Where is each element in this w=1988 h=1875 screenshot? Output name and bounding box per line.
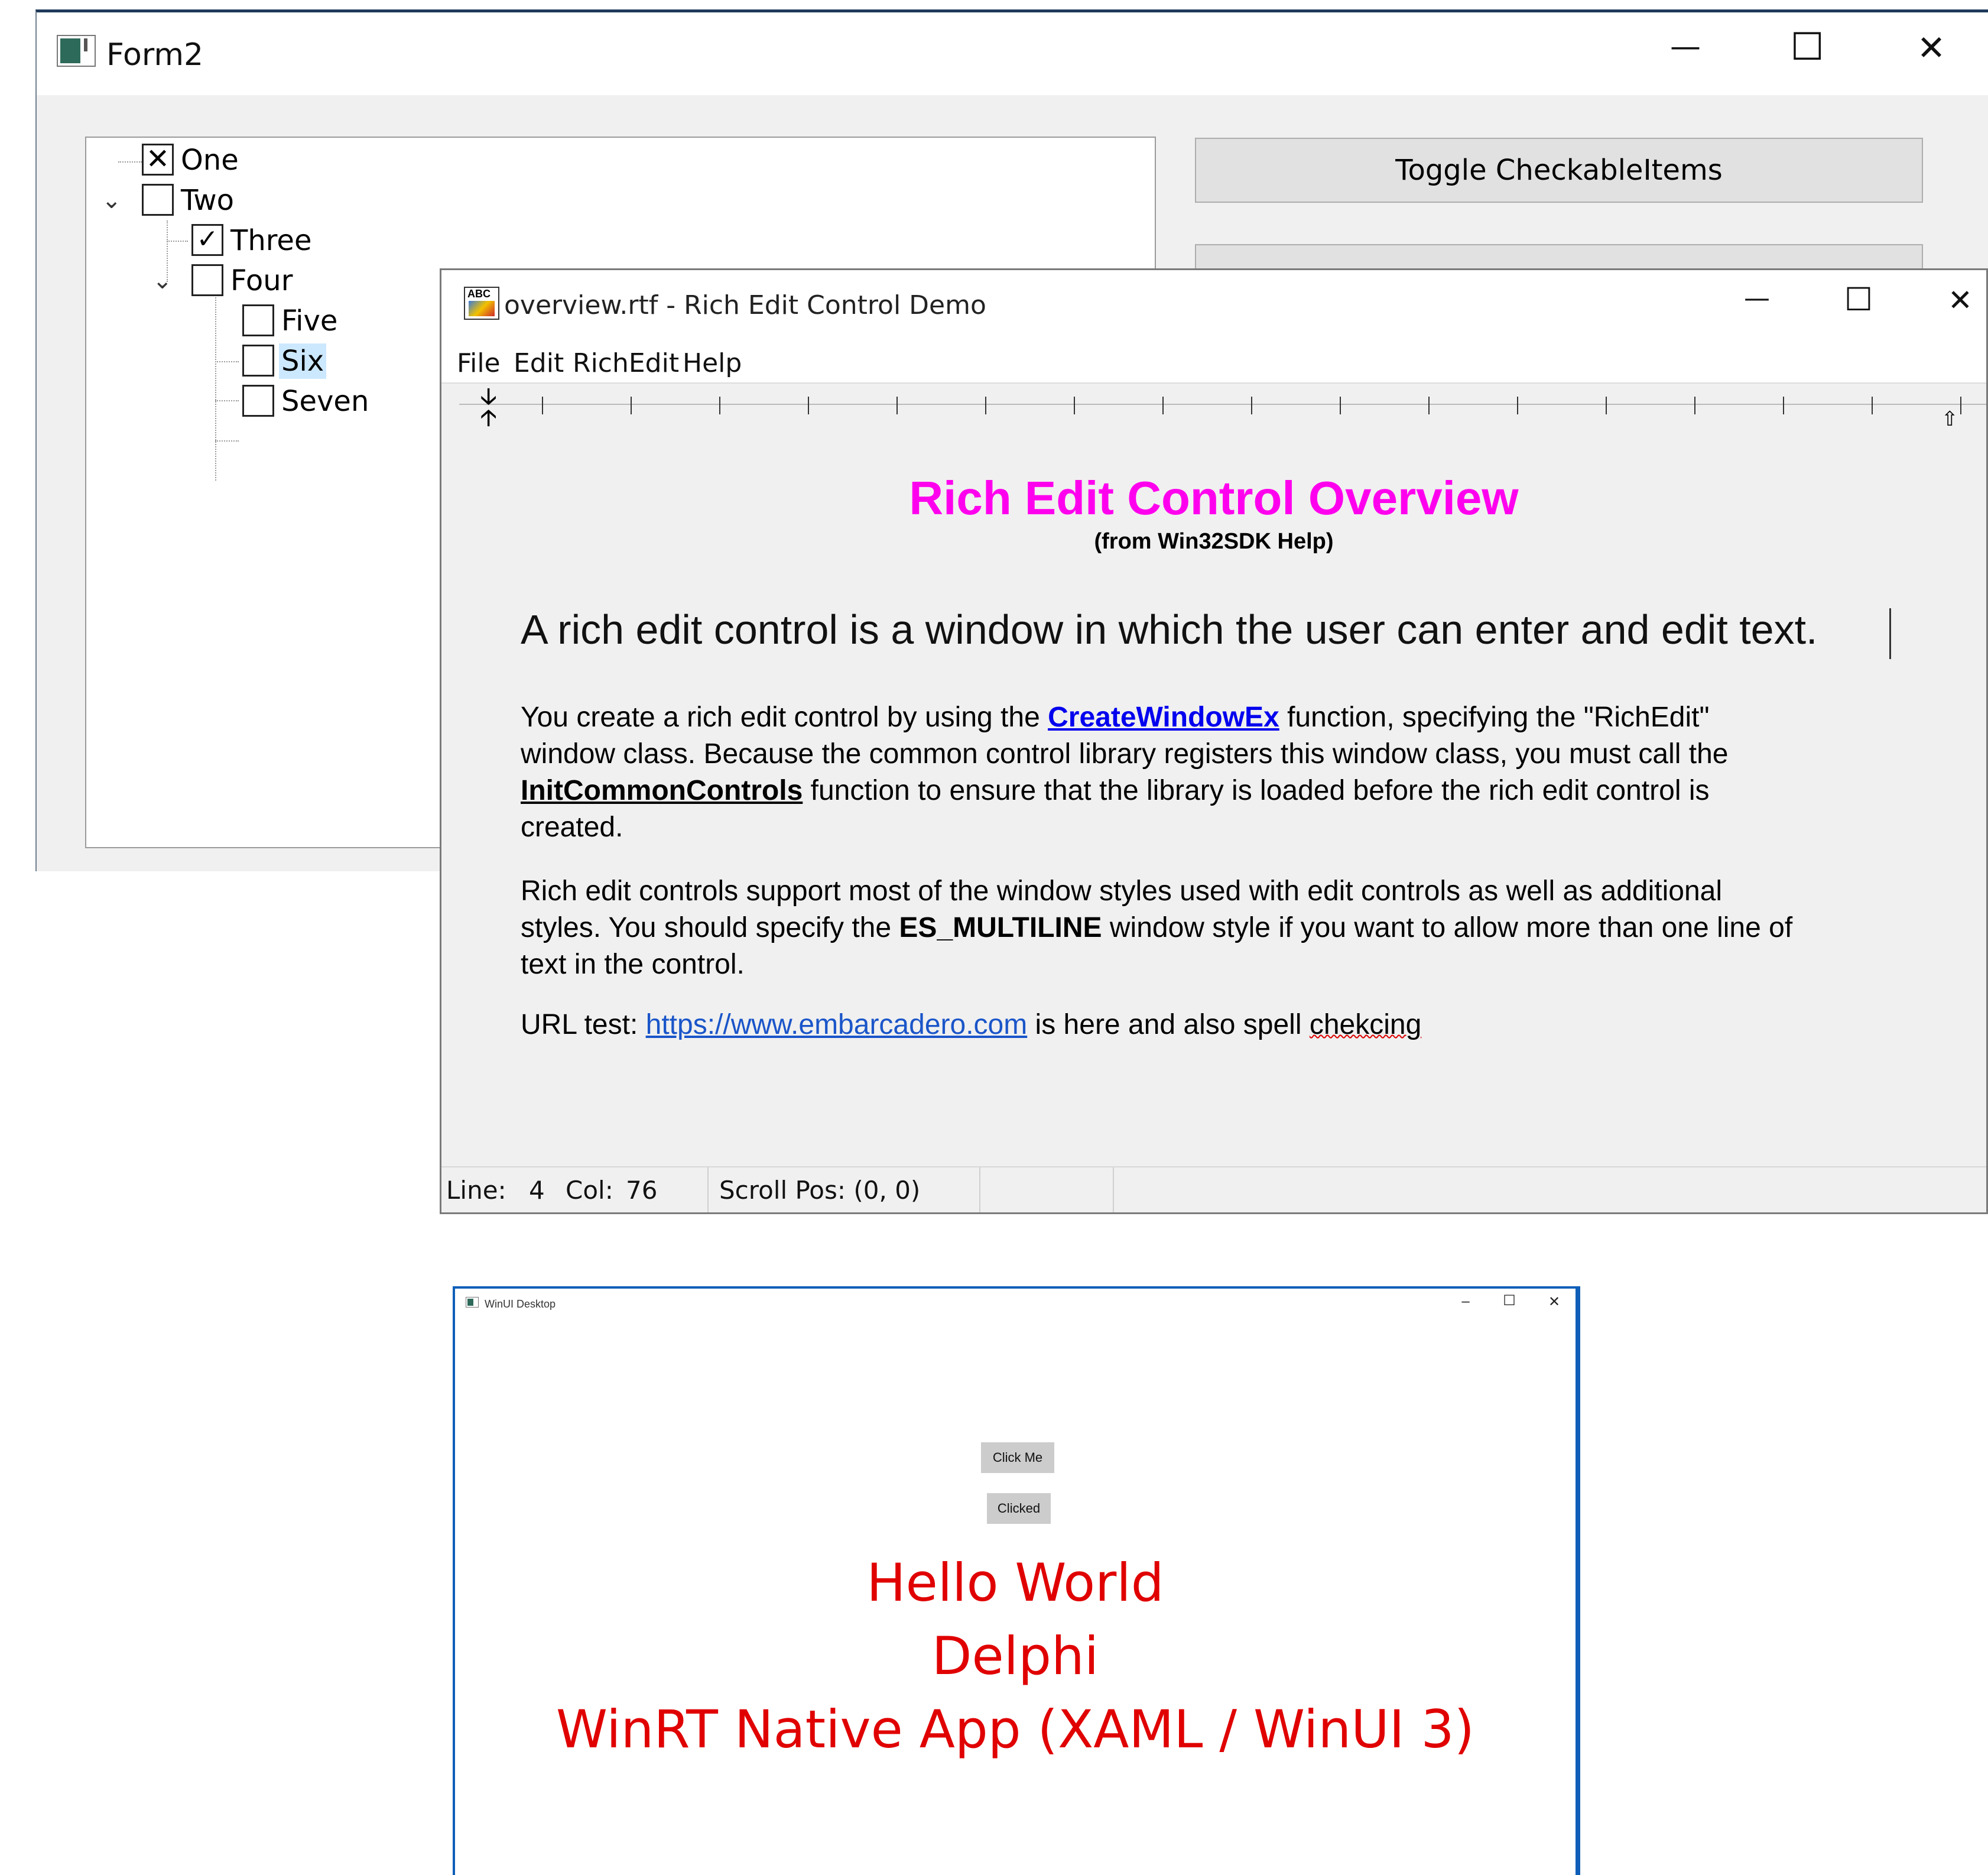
first-indent-marker-icon[interactable]: 🡣 xyxy=(480,385,496,408)
rich-edit-window: ABC overview.rtf - Rich Edit Control Dem… xyxy=(440,268,1988,1214)
tree-node-label: Four xyxy=(230,264,293,297)
ruler-tick xyxy=(985,397,986,414)
doc-subheading: (from Win32SDK Help) xyxy=(1094,529,1334,554)
checkbox-five[interactable] xyxy=(242,304,274,336)
status-line-label: Line: xyxy=(446,1176,506,1205)
doc-paragraph-3: URL test: https://www.embarcadero.com is… xyxy=(521,1009,1422,1040)
ruler-tick xyxy=(1783,397,1784,414)
doc-paragraph-1: You create a rich edit control by using … xyxy=(521,702,1729,843)
chevron-down-icon[interactable]: ⌄ xyxy=(152,263,173,299)
menu-edit[interactable]: Edit xyxy=(514,348,564,378)
tree-node-label: Three xyxy=(230,224,312,257)
menu-richedit[interactable]: RichEdit xyxy=(573,348,679,378)
chevron-down-icon[interactable]: ⌄ xyxy=(102,183,122,218)
ruler-tick xyxy=(1872,397,1873,414)
right-indent-marker-icon[interactable]: ⇧ xyxy=(1941,407,1958,431)
minimize-icon[interactable]: — xyxy=(1733,283,1781,313)
form2-title-bar[interactable]: Form2 — ☐ ✕ xyxy=(37,12,1988,95)
misspelled-word[interactable]: chekcing xyxy=(1310,1009,1421,1040)
tree-node-label: Two xyxy=(181,184,234,217)
tree-node-label: Five xyxy=(281,304,338,338)
ruler-tick xyxy=(1517,397,1518,414)
winrt-native-app-text: WinRT Native App (XAML / WinUI 3) xyxy=(556,1699,1474,1760)
maximize-icon[interactable]: ☐ xyxy=(1778,25,1837,69)
left-indent-marker-icon[interactable]: 🡡 xyxy=(480,407,496,429)
ruler-tick xyxy=(1960,397,1961,414)
doc-paragraph-2: Rich edit controls support most of the w… xyxy=(521,875,1793,980)
ruler-tick xyxy=(896,397,898,414)
status-col-value: 76 xyxy=(626,1176,658,1205)
rich-app-icon: ABC xyxy=(464,287,499,320)
maximize-icon[interactable]: ☐ xyxy=(1835,281,1882,318)
ruler-tick xyxy=(1251,397,1252,414)
ruler[interactable]: 🡣 🡡 ⇧ xyxy=(441,384,1986,455)
status-scroll-pos: Scroll Pos: (0, 0) xyxy=(719,1176,921,1205)
link-createwindowex[interactable]: CreateWindowEx xyxy=(1048,702,1279,733)
ruler-tick xyxy=(542,397,543,414)
tree-node-label: One xyxy=(181,144,239,177)
tree-node-label-selected: Six xyxy=(279,343,327,379)
link-initcommoncontrols[interactable]: InitCommonControls xyxy=(521,775,803,806)
doc-heading: Rich Edit Control Overview xyxy=(909,472,1519,524)
ruler-tick xyxy=(1162,397,1164,414)
clicked-button[interactable]: Clicked xyxy=(987,1493,1051,1524)
menu-help[interactable]: Help xyxy=(683,348,742,378)
toggle-checkable-items-button[interactable]: Toggle CheckableItems xyxy=(1195,138,1923,203)
minimize-icon[interactable]: – xyxy=(1454,1293,1477,1310)
menu-bar: File Edit RichEdit Help xyxy=(441,340,1986,384)
ruler-tick xyxy=(1428,397,1430,414)
ruler-tick xyxy=(719,397,720,414)
text-caret xyxy=(1889,608,1891,659)
ruler-tick xyxy=(1340,397,1341,414)
ruler-tick xyxy=(1606,397,1607,414)
form2-title: Form2 xyxy=(106,37,204,73)
close-icon[interactable]: ✕ xyxy=(1902,28,1961,68)
close-icon[interactable]: ✕ xyxy=(1542,1293,1566,1310)
minimize-icon[interactable]: — xyxy=(1656,29,1715,64)
checkbox-two[interactable] xyxy=(142,184,174,216)
status-line-value: 4 xyxy=(529,1176,545,1205)
delphi-text: Delphi xyxy=(931,1626,1099,1686)
close-icon[interactable]: ✕ xyxy=(1937,283,1984,317)
doc-intro: A rich edit control is a window in which… xyxy=(521,606,1818,653)
url-link[interactable]: https://www.embarcadero.com xyxy=(646,1009,1028,1040)
status-bar: Line: 4 Col: 76 Scroll Pos: (0, 0) xyxy=(441,1166,1986,1212)
rich-edit-document[interactable]: Rich Edit Control Overview (from Win32SD… xyxy=(441,455,1986,1170)
status-col-label: Col: xyxy=(566,1176,613,1205)
tree-node-label: Seven xyxy=(281,385,369,418)
ruler-tick xyxy=(631,397,632,414)
click-me-button[interactable]: Click Me xyxy=(981,1442,1054,1473)
ruler-tick xyxy=(1074,397,1075,414)
checkbox-seven[interactable] xyxy=(242,385,274,417)
form-app-icon xyxy=(57,35,96,67)
winui-app-icon xyxy=(466,1297,479,1308)
checkbox-four[interactable] xyxy=(191,264,223,296)
checkbox-three[interactable]: ✓ xyxy=(191,224,223,256)
checkbox-one[interactable]: ✕ xyxy=(142,144,174,176)
hello-world-text: Hello World xyxy=(866,1552,1164,1613)
checkbox-six[interactable] xyxy=(242,345,274,377)
menu-file[interactable]: File xyxy=(457,348,501,378)
rich-title-bar[interactable]: ABC overview.rtf - Rich Edit Control Dem… xyxy=(441,270,1986,340)
ruler-tick xyxy=(1694,397,1695,414)
ruler-tick xyxy=(808,397,809,414)
rich-title: overview.rtf - Rich Edit Control Demo xyxy=(504,290,986,320)
maximize-icon[interactable]: ☐ xyxy=(1498,1292,1521,1309)
winui-window: WinUI Desktop – ☐ ✕ Click Me Clicked Hel… xyxy=(453,1286,1580,1875)
winui-title: WinUI Desktop xyxy=(485,1298,556,1310)
